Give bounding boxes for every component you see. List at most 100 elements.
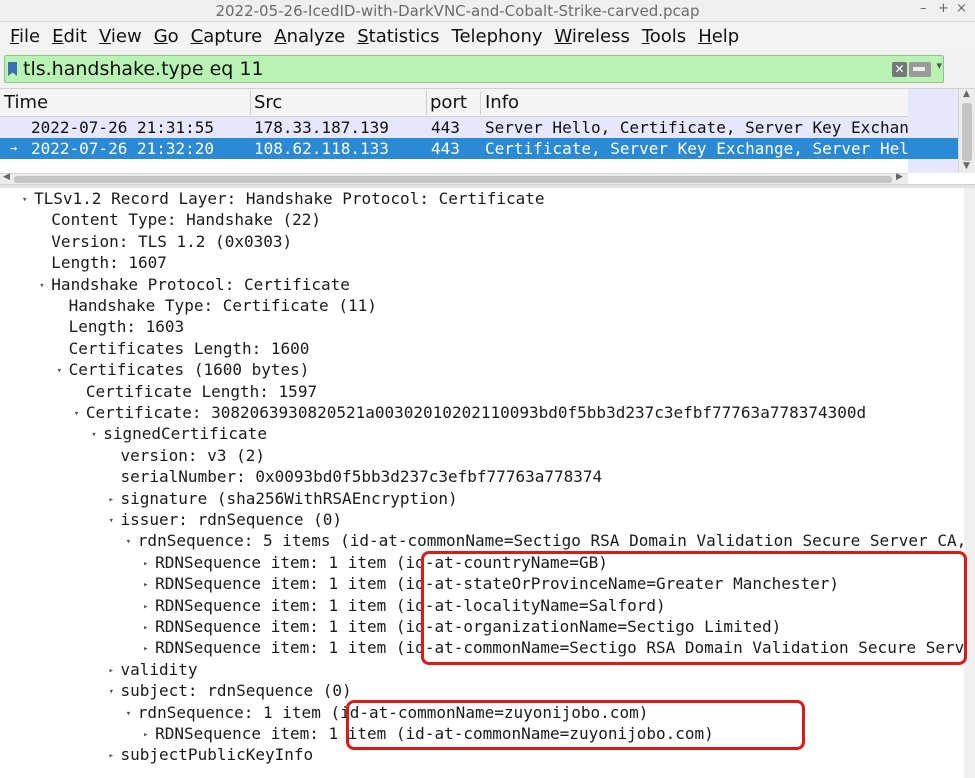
menu-tools[interactable]: Tools	[636, 26, 692, 47]
packet-time: 2022-07-26 21:32:20	[31, 139, 215, 158]
menu-label: ireless	[571, 25, 630, 47]
menu-go[interactable]: Go	[148, 26, 185, 47]
tree-node[interactable]: ▾ Handshake Protocol: Certificate	[39, 275, 350, 296]
display-filter-input[interactable]: tls.handshake.type eq 11 ✕ ▾	[4, 55, 944, 83]
display-filter-toolbar: tls.handshake.type eq 11 ✕ ▾ +	[0, 50, 975, 130]
packet-row[interactable]: 2022-07-26 21:31:55 178.33.187.139 443 S…	[0, 117, 908, 138]
tree-node[interactable]: Version: TLS 1.2 (0x0303)	[39, 232, 292, 253]
menu-label: nalyze	[286, 25, 346, 47]
column-header-port[interactable]: port	[430, 92, 467, 114]
menu-mnemonic: H	[698, 25, 712, 47]
packet-list-vertical-scrollbar[interactable]: ▲ ▼	[958, 89, 975, 173]
expanded-arrow-icon[interactable]: ▾	[126, 537, 138, 547]
tree-node[interactable]: ▾ Certificate: 3082063930820521a003020102…	[74, 403, 866, 424]
tree-node-label: Length: 1607	[51, 253, 167, 273]
maximize-button[interactable]: +	[938, 1, 949, 16]
menu-wireless[interactable]: Wireless	[549, 26, 636, 47]
tree-node[interactable]: Handshake Type: Certificate (11)	[57, 296, 377, 317]
menu-mnemonic: G	[153, 25, 168, 47]
tree-node[interactable]: ▾ rdnSequence: 5 items (id-at-commonName=…	[126, 531, 975, 552]
minimize-button[interactable]: –	[920, 1, 927, 16]
close-button[interactable]: ×	[956, 1, 967, 16]
highlight-subject-box	[346, 700, 805, 750]
packet-info: Certificate, Server Key Exchange, Server…	[485, 139, 908, 158]
menu-edit[interactable]: Edit	[46, 26, 93, 47]
column-header-time[interactable]: Time	[4, 92, 48, 114]
tree-node[interactable]: serialNumber: 0x0093bd0f5bb3d237c3efbf77…	[109, 467, 603, 488]
scroll-right-icon[interactable]: ▶	[896, 172, 903, 182]
menu-capture[interactable]: Capture	[185, 26, 269, 47]
tree-node[interactable]: ▾ signedCertificate	[91, 424, 267, 445]
expanded-arrow-icon[interactable]: ▾	[22, 195, 34, 205]
expanded-arrow-icon[interactable]: ▾	[91, 430, 103, 440]
collapsed-arrow-icon[interactable]: ▸	[109, 666, 121, 676]
expanded-arrow-icon[interactable]: ▾	[126, 709, 138, 719]
tree-node[interactable]: ▾ TLSv1.2 Record Layer: Handshake Protoco…	[22, 189, 545, 210]
menu-help[interactable]: Help	[692, 26, 745, 47]
collapsed-arrow-icon[interactable]: ▸	[109, 751, 121, 761]
menu-mnemonic: A	[274, 25, 287, 47]
menu-analyze[interactable]: Analyze	[268, 26, 351, 47]
tree-node-label: Certificate: 3082063930820521a0030201020…	[85, 403, 867, 422]
menu-mnemonic: T	[641, 25, 650, 47]
collapsed-arrow-icon[interactable]: ▸	[143, 623, 155, 633]
tree-node[interactable]: Content Type: Handshake (22)	[39, 210, 321, 231]
column-header-src[interactable]: Src	[254, 92, 282, 114]
tree-node[interactable]: ▾ subject: rdnSequence (0)	[109, 681, 352, 702]
column-header-info[interactable]: Info	[485, 92, 519, 114]
scroll-up-icon[interactable]: ▲	[963, 89, 970, 99]
tree-node[interactable]: ▸ signature (sha256WithRSAEncryption)	[109, 489, 458, 510]
expanded-arrow-icon[interactable]: ▾	[109, 687, 121, 697]
menu-statistics[interactable]: Statistics	[351, 26, 445, 47]
tree-node-label: Certificates (1600 bytes)	[68, 360, 310, 380]
scroll-thumb[interactable]	[14, 176, 892, 183]
scroll-left-icon[interactable]: ◀	[3, 172, 10, 182]
related-packet-icon: →	[10, 141, 18, 155]
tree-node-label: Handshake Protocol: Certificate	[51, 274, 350, 294]
tree-node[interactable]: Length: 1603	[57, 317, 185, 338]
scroll-down-icon[interactable]: ▼	[963, 161, 970, 171]
tree-node[interactable]: ▾ issuer: rdnSequence (0)	[109, 510, 343, 531]
collapsed-arrow-icon[interactable]: ▸	[143, 559, 155, 569]
tree-node[interactable]: Certificate Length: 1597	[74, 382, 317, 403]
tree-node[interactable]: Certificates Length: 1600	[57, 339, 310, 360]
display-filter-text: tls.handshake.type eq 11	[23, 58, 264, 80]
column-separator[interactable]	[480, 91, 481, 115]
column-separator[interactable]	[426, 91, 427, 115]
collapsed-arrow-icon[interactable]: ▸	[143, 602, 155, 612]
details-vertical-scrollbar[interactable]	[964, 188, 975, 778]
collapsed-arrow-icon[interactable]: ▸	[143, 730, 155, 740]
packet-src: 108.62.118.133	[254, 139, 389, 158]
menu-telephony[interactable]: Telephony	[446, 26, 549, 47]
tree-node[interactable]: ▸ subjectPublicKeyInfo	[109, 745, 314, 766]
bookmark-icon[interactable]	[8, 62, 17, 76]
collapsed-arrow-icon[interactable]: ▸	[143, 580, 155, 590]
tree-node-label: Certificate Length: 1597	[85, 381, 318, 401]
collapsed-arrow-icon[interactable]: ▸	[109, 495, 121, 505]
filter-dropdown-icon[interactable]: ▾	[936, 59, 942, 72]
expanded-arrow-icon[interactable]: ▾	[109, 516, 121, 526]
tree-node[interactable]: Length: 1607	[39, 253, 167, 274]
expanded-arrow-icon[interactable]: ▾	[39, 281, 51, 291]
clear-filter-icon[interactable]: ✕	[892, 62, 907, 77]
menu-bar: File Edit View Go Capture Analyze Statistics Te…	[0, 22, 975, 50]
expanded-arrow-icon[interactable]: ▾	[74, 409, 86, 419]
tree-node-label: Length: 1603	[68, 317, 185, 337]
menu-file[interactable]: File	[4, 26, 46, 47]
tree-node-label: TLSv1.2 Record Layer: Handshake Protocol…	[34, 189, 545, 208]
column-separator[interactable]	[250, 91, 251, 115]
highlight-issuer-box	[421, 551, 967, 665]
menu-view[interactable]: View	[93, 26, 148, 47]
scroll-thumb[interactable]	[962, 103, 972, 161]
tree-node[interactable]: ▸ validity	[109, 660, 198, 681]
tree-node[interactable]: version: v3 (2)	[109, 446, 266, 467]
menu-label: ools	[649, 25, 687, 47]
packet-row-selected[interactable]: → 2022-07-26 21:32:20 108.62.118.133 443…	[0, 138, 908, 159]
tree-node[interactable]: ▾ Certificates (1600 bytes)	[57, 360, 310, 381]
expanded-arrow-icon[interactable]: ▾	[57, 366, 69, 376]
menu-mnemonic: W	[554, 25, 572, 47]
apply-filter-icon[interactable]	[909, 62, 931, 77]
tree-node-label: signature (sha256WithRSAEncryption)	[120, 488, 458, 508]
packet-list-header: Time Src port Info	[0, 89, 908, 117]
collapsed-arrow-icon[interactable]: ▸	[143, 644, 155, 654]
